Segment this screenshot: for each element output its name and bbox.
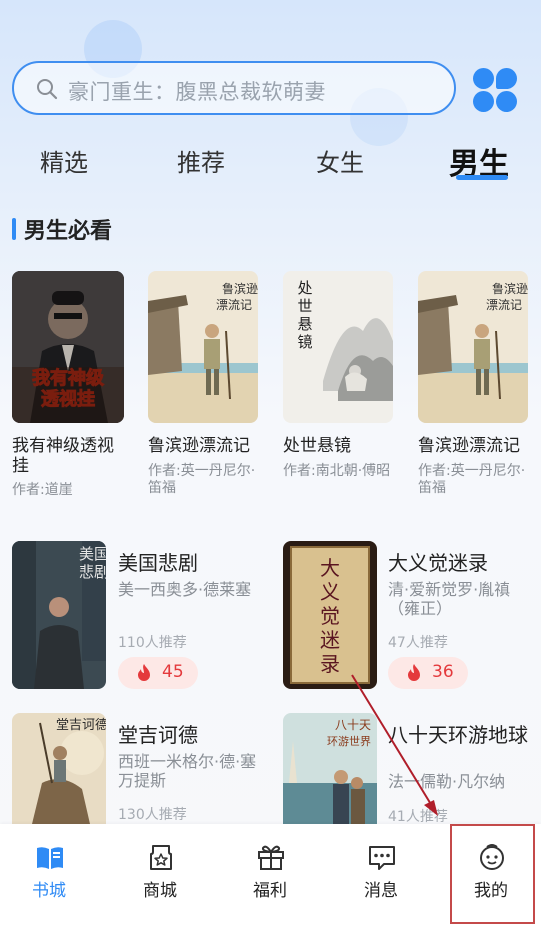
- book-author: 作者:南北朝·傅昭: [283, 463, 391, 479]
- svg-text:八十天: 八十天: [335, 718, 371, 732]
- book-title[interactable]: 八十天环游地球: [388, 723, 533, 747]
- book-title[interactable]: 美国悲剧: [118, 551, 198, 575]
- category-grid-icon[interactable]: [473, 68, 517, 112]
- book-author: 作者:英一丹尼尔·笛福: [148, 463, 256, 496]
- book-cover[interactable]: 大 义 觉 迷 录: [283, 541, 377, 689]
- book-cover[interactable]: 堂吉诃德: [12, 713, 106, 824]
- message-icon: [369, 846, 395, 870]
- search-bar[interactable]: 豪门重生：腹黑总裁软萌妻: [12, 61, 456, 115]
- svg-text:处: 处: [297, 279, 312, 297]
- recommend-count: 47人推荐: [388, 635, 448, 651]
- svg-text:堂吉诃德: 堂吉诃德: [56, 718, 106, 733]
- book-author: 西班一米格尔·德·塞万提斯: [118, 752, 257, 790]
- nav-label: 福利: [253, 881, 287, 901]
- gift-icon: [258, 845, 284, 870]
- heat-value: 45: [162, 662, 184, 682]
- svg-text:环游世界: 环游世界: [327, 735, 371, 748]
- book-title[interactable]: 我有神级透视挂: [12, 436, 127, 476]
- book-title[interactable]: 堂吉诃德: [118, 723, 198, 747]
- svg-text:透视挂: 透视挂: [41, 388, 95, 410]
- svg-text:鲁滨逊: 鲁滨逊: [492, 281, 528, 296]
- channel-tabs: 精选 推荐 女生 男生: [0, 143, 541, 188]
- tab-female[interactable]: 女生: [316, 143, 364, 178]
- tab-selected[interactable]: 精选: [40, 143, 88, 178]
- book-cover[interactable]: 八十天 环游世界: [283, 713, 377, 824]
- recommend-count: 130人推荐: [118, 807, 187, 823]
- svg-text:录: 录: [320, 652, 340, 676]
- nav-label: 消息: [364, 881, 398, 901]
- svg-text:义: 义: [320, 580, 340, 604]
- svg-text:大: 大: [320, 556, 340, 580]
- book-title[interactable]: 处世悬镜: [283, 436, 398, 456]
- book-author: 清·爱新觉罗·胤禛（雍正）: [388, 580, 511, 618]
- svg-text:我有神级: 我有神级: [32, 367, 105, 389]
- section-title: 男生必看: [24, 219, 113, 244]
- svg-text:觉: 觉: [320, 604, 340, 628]
- svg-text:美国: 美国: [79, 545, 106, 563]
- shop-bag-icon: [150, 845, 172, 870]
- tab-recommend[interactable]: 推荐: [177, 143, 225, 178]
- book-cover[interactable]: 鲁滨逊 漂流记: [418, 271, 528, 423]
- book-cover[interactable]: 美国 悲剧: [12, 541, 106, 689]
- nav-item-messages[interactable]: 消息: [327, 824, 435, 924]
- book-cover[interactable]: 处 世 悬 镜: [283, 271, 393, 423]
- svg-text:鲁滨逊: 鲁滨逊: [222, 281, 258, 296]
- book-author: 法一儒勒·凡尔纳: [388, 772, 506, 791]
- fire-icon: [408, 664, 420, 681]
- svg-text:漂流记: 漂流记: [216, 298, 252, 312]
- svg-text:镜: 镜: [297, 333, 312, 351]
- section-accent-bar: [12, 218, 16, 240]
- svg-text:世: 世: [297, 297, 312, 315]
- svg-text:悬: 悬: [297, 315, 312, 333]
- nav-item-shop[interactable]: 商城: [106, 824, 214, 924]
- nav-item-benefits[interactable]: 福利: [216, 824, 324, 924]
- recommend-count: 41人推荐: [388, 809, 448, 825]
- nav-label: 商城: [143, 881, 177, 901]
- nav-item-bookstore[interactable]: 书城: [0, 824, 103, 924]
- book-title[interactable]: 鲁滨逊漂流记: [418, 436, 533, 456]
- active-tab-indicator: [456, 175, 508, 180]
- book-icon: [37, 847, 63, 869]
- book-author: 美一西奥多·德莱塞: [118, 580, 252, 599]
- svg-text:悲剧: 悲剧: [79, 563, 106, 581]
- book-cover[interactable]: 我有神级 透视挂: [12, 271, 124, 423]
- search-icon: [37, 79, 58, 100]
- book-author: 作者:英一丹尼尔·笛福: [418, 463, 526, 496]
- search-placeholder: 豪门重生：腹黑总裁软萌妻: [68, 80, 326, 104]
- nav-label: 书城: [32, 881, 66, 901]
- book-title[interactable]: 大义觉迷录: [388, 551, 488, 575]
- book-author: 作者:道崖: [12, 482, 73, 498]
- recommend-count: 110人推荐: [118, 635, 187, 651]
- heat-value: 36: [432, 662, 454, 682]
- svg-text:漂流记: 漂流记: [486, 298, 522, 312]
- book-cover[interactable]: 鲁滨逊 漂流记: [148, 271, 258, 423]
- heat-badge: 36: [388, 657, 468, 689]
- highlight-box: [450, 824, 535, 924]
- fire-icon: [138, 664, 150, 681]
- book-title[interactable]: 鲁滨逊漂流记: [148, 436, 263, 456]
- svg-text:迷: 迷: [320, 628, 340, 652]
- heat-badge: 45: [118, 657, 198, 689]
